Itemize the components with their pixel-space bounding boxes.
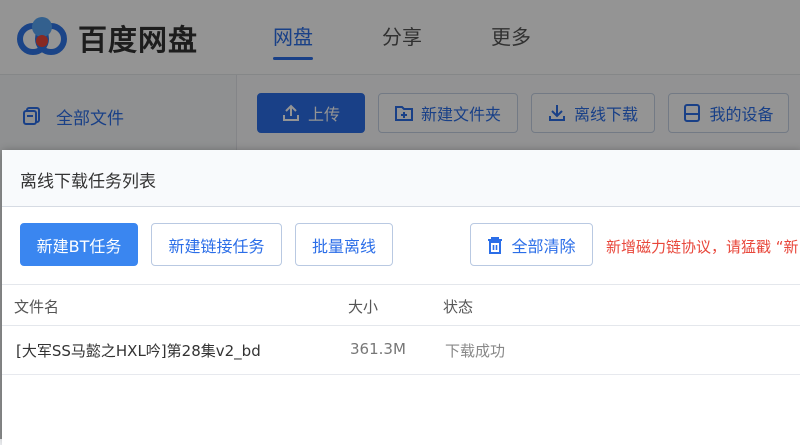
- magnet-link-notice[interactable]: 新增磁力链协议，请猛戳 “新: [606, 236, 799, 257]
- column-status: 状态: [443, 298, 474, 316]
- new-link-task-button[interactable]: 新建链接任务: [151, 223, 282, 266]
- file-name: [大军SS马懿之HXL吟]第28集v2_bd: [16, 342, 261, 360]
- trash-icon: [488, 236, 503, 254]
- dialog-title: 离线下载任务列表: [20, 172, 156, 192]
- offline-download-dialog: 离线下载任务列表 新建BT任务 新建链接任务 批量离线 全部清除 新增磁力链协议…: [2, 150, 800, 445]
- column-name: 文件名: [14, 298, 60, 316]
- table-header: 文件名 大小 状态: [2, 284, 800, 326]
- table-row[interactable]: [大军SS马懿之HXL吟]第28集v2_bd 361.3M 下载成功: [2, 325, 800, 375]
- clear-all-label: 全部清除: [511, 236, 576, 256]
- file-size: 361.3M: [350, 340, 406, 358]
- dialog-header: 离线下载任务列表: [2, 150, 800, 207]
- download-status: 下载成功: [445, 342, 506, 360]
- clear-all-button[interactable]: 全部清除: [470, 223, 593, 266]
- column-size: 大小: [348, 298, 379, 316]
- batch-offline-button[interactable]: 批量离线: [295, 223, 393, 266]
- new-bt-task-button[interactable]: 新建BT任务: [20, 223, 138, 266]
